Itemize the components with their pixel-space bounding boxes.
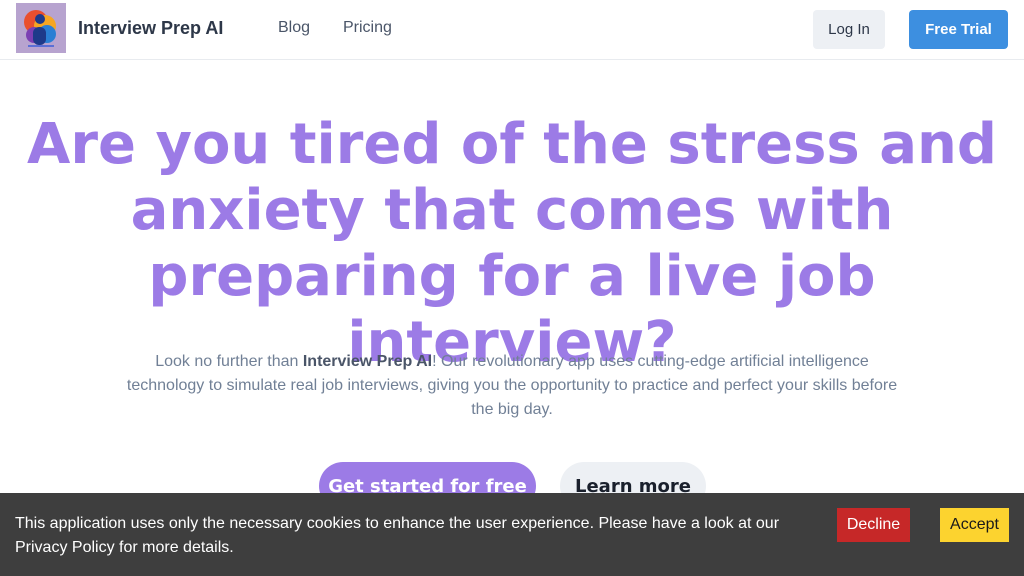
brand-link[interactable]: Interview Prep AI — [16, 3, 223, 53]
hero-desc-intro: Look no further than — [155, 353, 303, 370]
brand-name: Interview Prep AI — [78, 17, 224, 38]
hero-title: Are you tired of the stress and anxiety … — [27, 112, 997, 375]
cookie-decline-button[interactable]: Decline — [837, 508, 910, 542]
nav-blog-link[interactable]: Blog — [278, 19, 310, 37]
cookie-accept-button[interactable]: Accept — [940, 508, 1009, 542]
free-trial-button[interactable]: Free Trial — [909, 10, 1008, 49]
brand-logo-icon — [16, 3, 66, 53]
navbar: Interview Prep AI Blog Pricing Log In Fr… — [0, 0, 1024, 60]
login-button[interactable]: Log In — [813, 10, 885, 49]
hero-description: Look no further than Interview Prep AI! … — [122, 350, 902, 422]
cookie-message: This application uses only the necessary… — [15, 515, 780, 556]
nav-pricing-link[interactable]: Pricing — [343, 19, 392, 37]
hero-desc-brand: Interview Prep AI — [302, 353, 433, 370]
